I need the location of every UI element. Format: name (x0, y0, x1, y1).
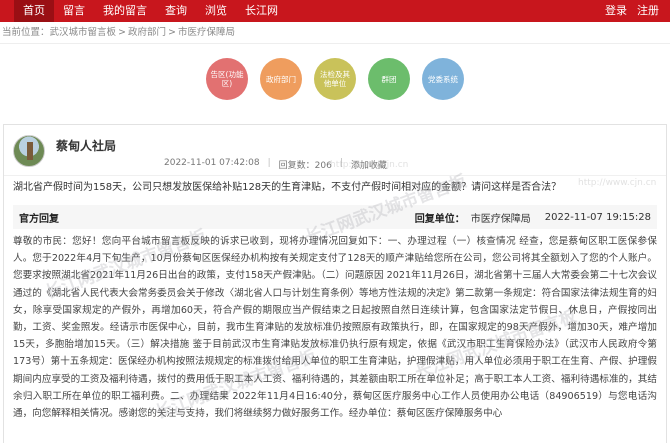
nav-home[interactable]: 首页 (14, 0, 54, 22)
login-link[interactable]: 登录 (600, 0, 632, 22)
reply-date: 2022-11-07 19:15:28 (544, 211, 651, 223)
category-law[interactable]: 法检及其他单位 (314, 58, 356, 100)
favorite-link[interactable]: 添加收藏 (351, 158, 387, 171)
post-time: 2022-11-01 07:42:08 (164, 158, 260, 168)
category-circles: 告区(功能区) 政府部门 法检及其他单位 群团 党委系统 (0, 58, 670, 102)
top-nav: 首页 留言 我的留言 查询 浏览 长江网 登录 注册 (0, 0, 670, 22)
breadcrumb-item-bureau[interactable]: 市医疗保障局 (178, 27, 235, 38)
breadcrumb-item-gov[interactable]: 政府部门 (128, 27, 166, 38)
reply-header: 官方回复 回复单位： 市医疗保障局 2022-11-07 19:15:28 (13, 205, 657, 229)
nav-query[interactable]: 查询 (156, 0, 196, 22)
reply-body: 尊敬的市民：您好！您向平台城市留言板反映的诉求已收到，现将办理情况回复如下：一、… (13, 236, 657, 420)
category-government[interactable]: 政府部门 (260, 58, 302, 100)
poster-name: 蔡甸人社局 (56, 139, 117, 153)
category-party[interactable]: 党委系统 (422, 58, 464, 100)
nav-browse[interactable]: 浏览 (196, 0, 236, 22)
poster-meta: 2022-11-01 07:42:08 | 回复数：206 | 添加收藏 (164, 158, 387, 171)
question-text: 湖北省产假时间为158天，公司只想发放医保给补贴128天的生育津贴，不支付产假时… (4, 175, 666, 201)
poster-header: 蔡甸人社局 2022-11-01 07:42:08 | 回复数：206 | 添加… (4, 125, 666, 175)
reply-unit: 市医疗保障局 (470, 213, 531, 225)
post-replies: 回复数：206 (278, 161, 332, 171)
message-card: 蔡甸人社局 2022-11-01 07:42:08 | 回复数：206 | 添加… (3, 124, 667, 443)
reply-unit-label: 回复单位： (414, 213, 465, 225)
category-groups[interactable]: 群团 (368, 58, 410, 100)
breadcrumb-prefix: 当前位置： (2, 27, 50, 38)
nav-message[interactable]: 留言 (54, 0, 94, 22)
breadcrumb-item-board[interactable]: 武汉城市留言板 (50, 27, 117, 38)
account-links: 登录 注册 (600, 0, 670, 22)
nav-cjn[interactable]: 长江网 (236, 0, 287, 22)
category-district[interactable]: 告区(功能区) (206, 58, 248, 100)
nav-my-messages[interactable]: 我的留言 (94, 0, 156, 22)
avatar (13, 135, 45, 167)
register-link[interactable]: 注册 (632, 0, 664, 22)
reply-title: 官方回复 (19, 213, 59, 225)
breadcrumb: 当前位置：武汉城市留言板 > 政府部门 > 市医疗保障局 (0, 22, 670, 44)
